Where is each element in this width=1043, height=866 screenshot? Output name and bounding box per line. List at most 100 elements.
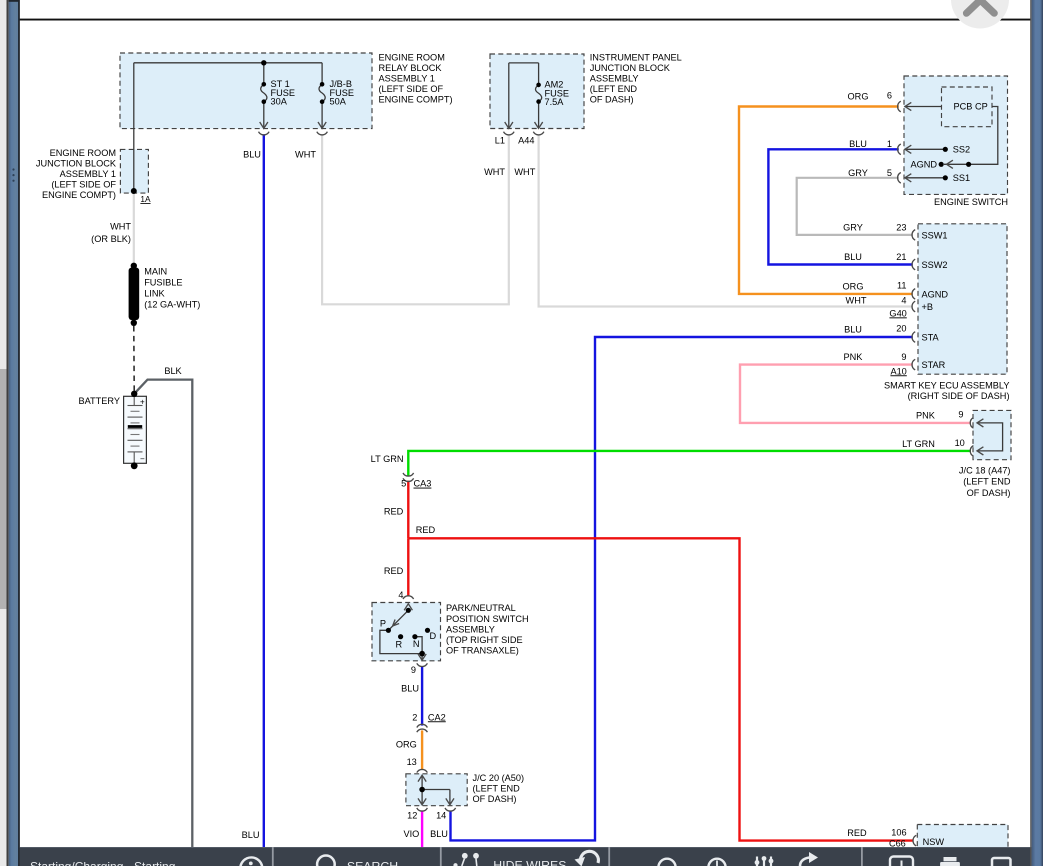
svg-text:PARK/NEUTRAL: PARK/NEUTRAL — [446, 603, 516, 613]
svg-text:P: P — [380, 618, 386, 628]
svg-text:50A: 50A — [330, 97, 347, 107]
svg-text:7.5A: 7.5A — [545, 97, 565, 107]
svg-text:N: N — [413, 639, 420, 649]
svg-text:11: 11 — [897, 280, 907, 290]
svg-text:D: D — [430, 631, 437, 641]
svg-text:WHT: WHT — [110, 222, 131, 232]
svg-text:(LEFT SIDE OF: (LEFT SIDE OF — [379, 84, 444, 94]
svg-text:FUSIBLE: FUSIBLE — [144, 278, 182, 288]
svg-text:SS2: SS2 — [953, 145, 970, 155]
svg-text:10: 10 — [955, 438, 965, 448]
svg-text:(OR BLK): (OR BLK) — [91, 234, 131, 244]
svg-text:(LEFT SIDE OF: (LEFT SIDE OF — [51, 180, 116, 190]
svg-text:L1: L1 — [495, 136, 505, 146]
svg-text:OF DASH): OF DASH) — [590, 95, 634, 105]
svg-text:BLU: BLU — [401, 683, 419, 693]
svg-text:J/C 18 (A47): J/C 18 (A47) — [959, 465, 1011, 475]
svg-text:12: 12 — [407, 810, 417, 820]
svg-text:OF DASH): OF DASH) — [967, 488, 1011, 498]
svg-text:BLU: BLU — [844, 252, 862, 262]
svg-text:BLU: BLU — [242, 830, 260, 840]
svg-text:GRY: GRY — [848, 168, 868, 178]
svg-text:30A: 30A — [271, 97, 288, 107]
svg-text:ENGINE COMPT): ENGINE COMPT) — [42, 190, 116, 200]
svg-text:JUNCTION BLOCK: JUNCTION BLOCK — [590, 63, 671, 73]
svg-text:G40: G40 — [889, 308, 906, 318]
svg-text:4: 4 — [398, 590, 403, 600]
svg-text:RED: RED — [847, 828, 867, 838]
svg-text:(RIGHT SIDE OF DASH): (RIGHT SIDE OF DASH) — [908, 391, 1010, 401]
svg-text:5: 5 — [887, 168, 892, 178]
svg-text:20: 20 — [896, 323, 906, 333]
svg-text:NSW: NSW — [923, 837, 945, 847]
svg-text:14: 14 — [436, 810, 446, 820]
svg-text:106: 106 — [891, 827, 906, 837]
svg-text:BLK: BLK — [164, 366, 182, 376]
svg-text:LT GRN: LT GRN — [371, 454, 404, 464]
svg-text:RED: RED — [384, 506, 404, 516]
svg-text:ENGINE COMPT): ENGINE COMPT) — [379, 95, 453, 105]
svg-text:+B: +B — [922, 302, 934, 312]
svg-text:BATTERY: BATTERY — [78, 396, 120, 406]
svg-text:R: R — [395, 640, 402, 650]
svg-text:JUNCTION BLOCK: JUNCTION BLOCK — [36, 158, 117, 168]
svg-text:LT GRN: LT GRN — [902, 439, 935, 449]
svg-text:STA: STA — [922, 332, 940, 342]
svg-text:RELAY BLOCK: RELAY BLOCK — [379, 63, 443, 73]
svg-text:SMART KEY ECU ASSEMBLY: SMART KEY ECU ASSEMBLY — [884, 381, 1009, 391]
svg-text:(LEFT END: (LEFT END — [473, 784, 521, 794]
svg-text:SSW2: SSW2 — [922, 260, 948, 270]
svg-text:STAR: STAR — [922, 360, 946, 370]
svg-text:4: 4 — [901, 296, 906, 306]
svg-text:AGND: AGND — [910, 160, 937, 170]
svg-text:SS1: SS1 — [953, 173, 970, 183]
svg-text:OF TRANSAXLE): OF TRANSAXLE) — [446, 646, 519, 656]
svg-text:CA3: CA3 — [414, 479, 432, 489]
svg-text:HIDE WIRES: HIDE WIRES — [493, 858, 566, 866]
svg-text:ENGINE ROOM: ENGINE ROOM — [50, 148, 116, 158]
svg-text:PCB CP: PCB CP — [954, 102, 988, 112]
svg-text:WHT: WHT — [484, 167, 505, 177]
svg-text:J/C 20 (A50): J/C 20 (A50) — [473, 773, 525, 783]
svg-text:(12 GA-WHT): (12 GA-WHT) — [144, 300, 200, 310]
svg-text:GRY: GRY — [843, 222, 863, 232]
svg-text:ORG: ORG — [848, 92, 869, 102]
svg-text:1A: 1A — [140, 194, 151, 204]
svg-text:A44: A44 — [518, 136, 534, 146]
svg-text:BLU: BLU — [849, 139, 867, 149]
svg-text:CA2: CA2 — [428, 712, 446, 722]
svg-text:(LEFT END: (LEFT END — [590, 84, 638, 94]
svg-text:5: 5 — [401, 479, 406, 489]
svg-text:POSITION SWITCH: POSITION SWITCH — [446, 614, 529, 624]
svg-text:VIO: VIO — [403, 829, 419, 839]
svg-text:WHT: WHT — [514, 167, 535, 177]
svg-text:ASSEMBLY: ASSEMBLY — [590, 74, 639, 84]
svg-text:MAIN: MAIN — [144, 267, 167, 277]
svg-text:ORG: ORG — [843, 281, 864, 291]
svg-text:RED: RED — [416, 525, 436, 535]
svg-text:(LEFT END: (LEFT END — [963, 477, 1011, 487]
svg-text:PNK: PNK — [844, 352, 864, 362]
svg-text:WHT: WHT — [295, 150, 316, 160]
svg-text:9: 9 — [901, 352, 906, 362]
svg-text:RED: RED — [384, 566, 404, 576]
svg-text:BLU: BLU — [430, 829, 448, 839]
svg-text:BLU: BLU — [844, 324, 862, 334]
svg-text:2: 2 — [412, 712, 417, 722]
svg-text:SSW1: SSW1 — [922, 230, 948, 240]
svg-text:6: 6 — [887, 91, 892, 101]
svg-text:+: + — [140, 398, 145, 407]
svg-text:ASSEMBLY 1: ASSEMBLY 1 — [379, 74, 435, 84]
svg-text:LINK: LINK — [144, 289, 165, 299]
svg-text:Starting/Charging - Starting: Starting/Charging - Starting — [30, 860, 175, 866]
svg-text:ASSEMBLY: ASSEMBLY — [446, 624, 495, 634]
svg-text:(TOP RIGHT SIDE: (TOP RIGHT SIDE — [446, 635, 523, 645]
svg-text:INSTRUMENT PANEL: INSTRUMENT PANEL — [590, 52, 682, 62]
svg-text:ASSEMBLY 1: ASSEMBLY 1 — [60, 169, 116, 179]
svg-text:BLU: BLU — [243, 150, 261, 160]
svg-text:9: 9 — [958, 410, 963, 420]
svg-text:ENGINE SWITCH: ENGINE SWITCH — [934, 197, 1008, 207]
svg-text:−: − — [140, 455, 145, 464]
svg-text:ENGINE ROOM: ENGINE ROOM — [379, 52, 445, 62]
svg-text:OF DASH): OF DASH) — [473, 794, 517, 804]
